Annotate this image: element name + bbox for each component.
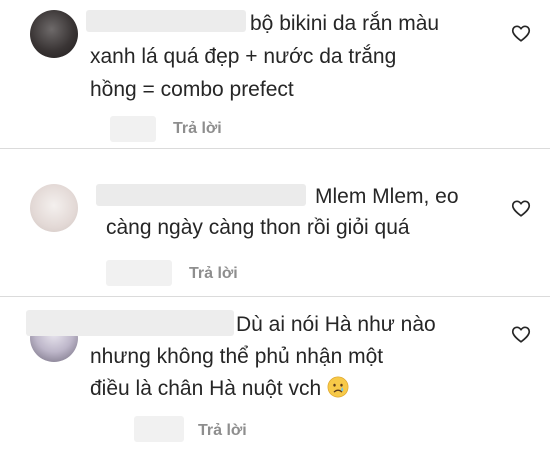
comment-text-line: hồng = combo prefect	[90, 78, 294, 101]
comment-text: Mlem Mlem, eo	[315, 180, 459, 213]
redacted-timestamp	[110, 116, 156, 142]
avatar[interactable]	[30, 184, 78, 232]
comment-item: bộ bikini da rắn màu xanh lá quá đẹp + n…	[0, 0, 550, 148]
comment-text: điều là chân Hà nuột vch	[90, 372, 349, 405]
comment-text-line: Dù ai nói Hà như nào	[236, 313, 436, 336]
comment-text: bộ bikini da rắn màu	[250, 7, 439, 40]
comment-text: xanh lá quá đẹp + nước da trắng	[90, 40, 396, 73]
comment-text-line: càng ngày càng thon rồi giỏi quá	[106, 216, 410, 239]
comment-text-line: nhưng không thể phủ nhận một	[90, 345, 384, 368]
heart-outline-icon[interactable]	[510, 22, 532, 44]
redacted-username[interactable]	[26, 310, 234, 336]
comment-text: Dù ai nói Hà như nào	[236, 308, 436, 341]
reply-button[interactable]: Trả lời	[173, 120, 222, 138]
comment-text-line: điều là chân Hà nuột vch	[90, 377, 322, 400]
avatar[interactable]	[30, 10, 78, 58]
comment-text: hồng = combo prefect	[90, 73, 294, 106]
heart-outline-icon[interactable]	[510, 197, 532, 219]
comment-item: Dù ai nói Hà như nào nhưng không thể phủ…	[0, 296, 550, 453]
reply-button[interactable]: Trả lời	[189, 265, 238, 283]
comment-text-line: bộ bikini da rắn màu	[250, 12, 440, 35]
reply-button[interactable]: Trả lời	[198, 422, 247, 440]
redacted-timestamp	[134, 416, 184, 442]
heart-outline-icon[interactable]	[510, 323, 532, 345]
comment-text-line: Mlem Mlem, eo	[315, 185, 459, 208]
redacted-timestamp	[106, 260, 172, 286]
comment-text: càng ngày càng thon rồi giỏi quá	[106, 211, 410, 244]
comment-text-line: xanh lá quá đẹp + nước da trắng	[90, 45, 397, 68]
crying-face-emoji	[327, 376, 349, 398]
redacted-username[interactable]	[96, 184, 306, 206]
comment-item: Mlem Mlem, eo càng ngày càng thon rồi gi…	[0, 148, 550, 296]
redacted-username[interactable]	[86, 10, 246, 32]
comment-text: nhưng không thể phủ nhận một	[90, 340, 383, 373]
